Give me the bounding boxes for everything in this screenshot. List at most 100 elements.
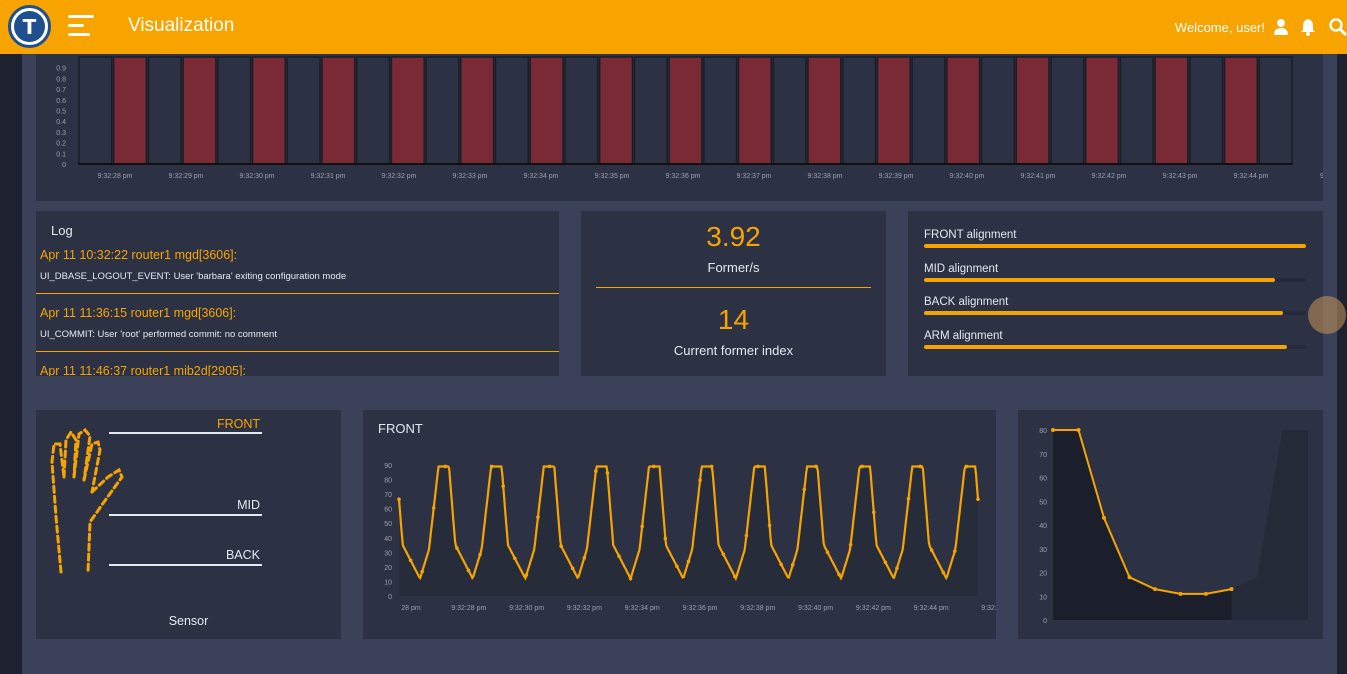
highlight-area [1053, 430, 1232, 620]
y-tick-label: 70 [384, 492, 392, 499]
data-point [397, 497, 401, 502]
x-tick-label: 9:32:30 pm [509, 605, 544, 612]
data-point [709, 464, 714, 469]
y-tick-label: 0 [1043, 618, 1047, 625]
menu-icon[interactable] [68, 15, 94, 37]
bar [1119, 56, 1154, 165]
data-point [408, 558, 413, 563]
bar-chart-panel: 0 0.1 0.2 0.3 0.4 0.5 0.6 0.7 0.8 0.9 9:32:28 pm 9:… [36, 54, 1324, 201]
data-point [605, 471, 610, 475]
data-point [883, 560, 888, 565]
data-point [617, 554, 621, 559]
log-title: Log [51, 223, 73, 238]
bar [355, 56, 391, 165]
data-point [1127, 575, 1132, 580]
area-chart-panel: 0 10 20 30 40 50 60 70 80 [1018, 410, 1323, 639]
drag-handle[interactable] [1308, 296, 1346, 334]
data-point [663, 536, 668, 541]
data-point [779, 562, 783, 567]
bar [980, 56, 1016, 165]
bar [668, 56, 703, 165]
search-icon[interactable] [1328, 17, 1347, 37]
sensor-mid-label: MID [237, 498, 260, 512]
bar [1015, 56, 1050, 165]
alignment-fill [924, 311, 1284, 315]
bar [772, 56, 807, 165]
data-point [953, 549, 957, 553]
data-point [698, 478, 702, 483]
data-point [536, 515, 540, 519]
x-tick-label: 9:32:35 pm [594, 173, 629, 180]
log-entry: Apr 11 11:46:37 router1 mib2d[2905]: [40, 364, 558, 376]
hand-icon [50, 428, 124, 574]
data-point [1076, 428, 1081, 432]
x-tick-label: 9:32:32 pm [567, 605, 602, 612]
bar [911, 56, 946, 165]
x-tick-label: 9:32:38 pm [740, 605, 775, 612]
y-tick-label: 60 [1039, 476, 1047, 483]
mid-alignment-label: MID alignment [924, 263, 999, 275]
bar [633, 56, 668, 165]
x-tick-label: 9:32:42 pm [856, 605, 891, 612]
data-point [443, 464, 448, 469]
former-index-label: Current former index [673, 343, 794, 358]
logo[interactable]: T [8, 5, 51, 48]
bar [112, 56, 148, 165]
x-tick-label: 9:32:30 pm [239, 173, 274, 180]
y-tick-label: 0.2 [56, 141, 66, 148]
x-tick-label: 9:32:31 pm [310, 173, 345, 180]
x-tick-label: 9:32:34 pm [625, 605, 660, 612]
bar [529, 56, 564, 165]
data-point [455, 546, 459, 550]
user-icon[interactable] [1271, 17, 1291, 37]
log-entry-header: Apr 11 11:36:15 router1 mgd[3606]: [40, 306, 237, 320]
log-entry: Apr 11 11:36:15 router1 mgd[3606]: UI_CO… [40, 306, 558, 340]
bar [251, 56, 287, 165]
data-point [513, 556, 517, 561]
data-point [501, 484, 506, 488]
bell-icon[interactable] [1298, 17, 1318, 37]
y-tick-label: 70 [1039, 452, 1047, 459]
sensor-mid-line [109, 514, 262, 516]
bar [425, 56, 460, 165]
data-point [582, 556, 587, 560]
data-point [420, 569, 424, 574]
y-tick-label: 0.1 [56, 151, 66, 158]
log-entry: Apr 11 10:32:22 router1 mgd[3606]: UI_DB… [40, 248, 558, 282]
y-tick-label: 0.4 [56, 119, 66, 126]
formers-label: Former/s [707, 260, 760, 275]
data-point [651, 464, 656, 469]
back-alignment-label: BACK alignment [924, 296, 1009, 308]
y-tick-label: 0.6 [56, 98, 66, 105]
data-point [1051, 428, 1055, 432]
log-divider [36, 351, 559, 352]
log-entry-message: UI_DBASE_LOGOUT_EVENT: User 'barbara' ex… [40, 271, 347, 282]
alignment-fill [924, 278, 1276, 282]
bar [807, 56, 842, 165]
top-bar: T Visualization Welcome, user! [0, 0, 1347, 54]
formers-value: 3.92 [706, 221, 761, 252]
x-tick-label: 9:32:34 pm [523, 173, 558, 180]
data-point [895, 566, 899, 571]
y-tick-label: 40 [1039, 523, 1047, 530]
data-point [1178, 591, 1183, 596]
x-tick-label: 9:32:44 pm [914, 605, 949, 612]
x-tick-label: 9:32: [981, 605, 996, 612]
y-tick-label: 0.5 [56, 109, 66, 116]
bar [321, 56, 356, 165]
x-tick-label: 9:32:28 pm [97, 173, 132, 180]
bar [1084, 56, 1120, 165]
alignment-panel: FRONT alignment MID alignment BACK align… [908, 211, 1323, 376]
data-point [594, 469, 598, 473]
data-point [1229, 587, 1234, 592]
sensor-back-label: BACK [225, 548, 260, 562]
data-point [941, 570, 946, 575]
data-point [1204, 591, 1208, 596]
data-point [431, 506, 436, 510]
y-tick-label: 0.8 [56, 76, 66, 83]
bar [1189, 56, 1224, 165]
data-point [871, 510, 876, 515]
welcome-text: Welcome, user! [1174, 20, 1265, 35]
bar [1258, 56, 1293, 165]
data-point [814, 464, 818, 469]
